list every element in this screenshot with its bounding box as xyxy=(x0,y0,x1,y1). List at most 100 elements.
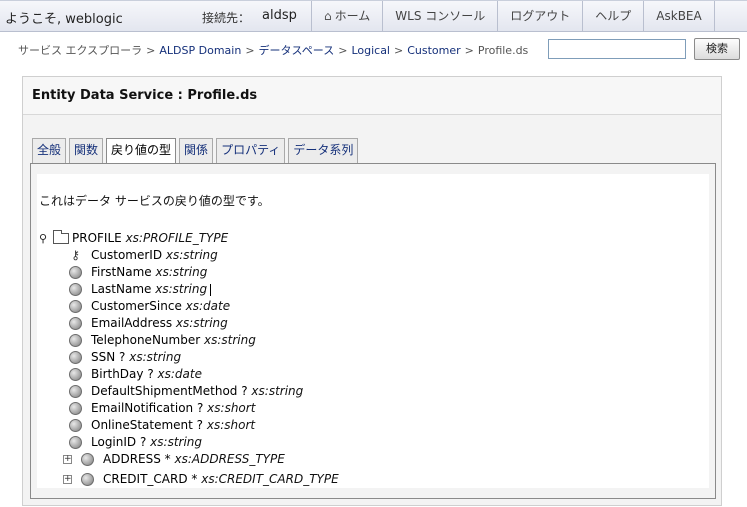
tree-field[interactable]: BirthDay ? xs:date xyxy=(69,366,202,383)
breadcrumb-separator: > xyxy=(464,44,474,57)
element-icon xyxy=(69,317,82,330)
breadcrumb-customer-link[interactable]: Customer xyxy=(407,44,460,57)
element-icon xyxy=(69,334,82,347)
field-name: FirstName xyxy=(91,265,152,279)
field-name: BirthDay ? xyxy=(91,367,154,381)
field-type: xs:date xyxy=(157,367,202,381)
tab-description: これはデータ サービスの戻り値の型です。 xyxy=(39,194,270,208)
element-icon xyxy=(69,436,82,449)
element-icon xyxy=(69,300,82,313)
content-inner: これはデータ サービスの戻り値の型です。 ⚲ PROFILE xs:PROFILE… xyxy=(37,174,709,488)
field-name: OnlineStatement ? xyxy=(91,418,204,432)
nav-help-link[interactable]: ヘルプ xyxy=(583,1,645,32)
tab-properties[interactable]: プロパティ xyxy=(216,138,286,163)
nav-home-link[interactable]: ⌂ ホーム xyxy=(312,1,384,32)
element-icon xyxy=(69,385,82,398)
folder-icon xyxy=(53,230,69,244)
breadcrumb-service-explorer: サービス エクスプローラ xyxy=(18,44,143,57)
panel-title-bar: Entity Data Service : Profile.ds xyxy=(23,77,721,115)
search-input[interactable] xyxy=(548,39,686,59)
pin-icon: ⚲ xyxy=(39,232,48,245)
server-value: aldsp xyxy=(262,8,297,23)
key-icon: ⚷ xyxy=(71,248,80,262)
nav-wls-console-link[interactable]: WLS コンソール xyxy=(383,1,499,32)
child-name: ADDRESS * xyxy=(103,452,171,466)
top-nav: ⌂ ホーム WLS コンソール ログアウト ヘルプ AskBEA xyxy=(311,1,715,32)
breadcrumb-separator: > xyxy=(245,44,255,57)
nav-logout-label: ログアウト xyxy=(510,9,571,23)
breadcrumb-dataspace-link[interactable]: データスペース xyxy=(259,44,335,57)
top-bar: ようこそ, weblogic 接続先： aldsp ⌂ ホーム WLS コンソール… xyxy=(0,0,747,32)
field-name: EmailAddress xyxy=(91,316,173,330)
tree-field[interactable]: LastName xs:string xyxy=(69,281,212,298)
breadcrumb-logical-link[interactable]: Logical xyxy=(351,44,390,57)
tree-field[interactable]: SSN ? xs:string xyxy=(69,349,181,366)
child-type: xs:CREDIT_CARD_TYPE xyxy=(201,472,339,486)
tree-field[interactable]: FirstName xs:string xyxy=(69,264,207,281)
field-type: xs:string xyxy=(155,265,208,279)
element-icon xyxy=(69,266,82,279)
tree-root-type: xs:PROFILE_TYPE xyxy=(125,231,229,245)
tree-root[interactable]: ⚲ PROFILE xs:PROFILE_TYPE xyxy=(39,230,228,247)
breadcrumb-current: Profile.ds xyxy=(477,44,529,57)
search-button[interactable]: 検索 xyxy=(694,38,740,60)
tree-field[interactable]: EmailNotification ? xs:short xyxy=(69,400,255,417)
breadcrumb: サービス エクスプローラ > ALDSP Domain > データスペース > Logica… xyxy=(18,42,528,58)
welcome-text: ようこそ, weblogic xyxy=(5,12,123,27)
nav-logout-link[interactable]: ログアウト xyxy=(498,1,584,32)
tree-field[interactable]: ⚷ CustomerID xs:string xyxy=(69,247,218,264)
tab-lineage[interactable]: データ系列 xyxy=(288,138,359,163)
breadcrumb-separator: > xyxy=(146,44,156,57)
tab-functions[interactable]: 関数 xyxy=(69,138,104,163)
tree-field[interactable]: TelephoneNumber xs:string xyxy=(69,332,256,349)
field-type: xs:string xyxy=(155,282,208,296)
breadcrumb-separator: > xyxy=(338,44,348,57)
tree-field[interactable]: CustomerSince xs:date xyxy=(69,298,230,315)
nav-askbea-link[interactable]: AskBEA xyxy=(644,1,715,32)
tab-relationships[interactable]: 関係 xyxy=(179,138,214,163)
field-type: xs:date xyxy=(185,299,231,313)
field-name: LoginID ? xyxy=(91,435,147,449)
home-icon: ⌂ xyxy=(324,9,332,23)
element-icon xyxy=(69,368,82,381)
tree-root-name: PROFILE xyxy=(72,231,122,245)
tree-child-node[interactable]: + ADDRESS * xs:ADDRESS_TYPE xyxy=(63,451,285,468)
nav-home-label: ホーム xyxy=(334,9,371,23)
tree-field[interactable]: EmailAddress xs:string xyxy=(69,315,228,332)
text-cursor xyxy=(210,283,212,296)
field-name: DefaultShipmentMethod ? xyxy=(91,384,248,398)
field-type: xs:string xyxy=(129,350,182,364)
expand-icon[interactable]: + xyxy=(63,455,72,464)
field-name: TelephoneNumber xyxy=(91,333,201,347)
field-type: xs:string xyxy=(251,384,304,398)
field-type: xs:string xyxy=(150,435,203,449)
child-name: CREDIT_CARD * xyxy=(103,472,198,486)
entity-panel: Entity Data Service : Profile.ds 全般 関数 戻… xyxy=(22,76,722,506)
page-title: Entity Data Service : Profile.ds xyxy=(32,88,258,103)
tab-general[interactable]: 全般 xyxy=(32,138,67,163)
tab-return-type[interactable]: 戻り値の型 xyxy=(106,138,177,164)
field-name: EmailNotification ? xyxy=(91,401,204,415)
element-icon xyxy=(69,402,82,415)
tab-bar: 全般 関数 戻り値の型 関係 プロパティ データ系列 xyxy=(32,138,361,164)
nav-askbea-label: AskBEA xyxy=(656,9,702,23)
tab-content: これはデータ サービスの戻り値の型です。 ⚲ PROFILE xs:PROFILE… xyxy=(30,163,716,499)
element-icon xyxy=(81,473,94,486)
breadcrumb-domain-link[interactable]: ALDSP Domain xyxy=(159,44,241,57)
field-type: xs:short xyxy=(206,418,256,432)
tree-child-node[interactable]: + CREDIT_CARD * xs:CREDIT_CARD_TYPE xyxy=(63,471,339,488)
expand-icon[interactable]: + xyxy=(63,475,72,484)
field-type: xs:string xyxy=(175,316,228,330)
tree-field[interactable]: LoginID ? xs:string xyxy=(69,434,202,451)
field-type: xs:string xyxy=(165,248,218,262)
element-icon xyxy=(69,283,82,296)
element-icon xyxy=(81,453,94,466)
field-type: xs:string xyxy=(203,333,256,347)
server-label: 接続先： xyxy=(202,11,251,25)
nav-wls-console-label: WLS コンソール xyxy=(395,9,486,23)
field-name: CustomerID xyxy=(91,248,163,262)
nav-help-label: ヘルプ xyxy=(595,9,632,23)
element-icon xyxy=(69,419,82,432)
tree-field[interactable]: DefaultShipmentMethod ? xs:string xyxy=(69,383,303,400)
tree-field[interactable]: OnlineStatement ? xs:short xyxy=(69,417,255,434)
